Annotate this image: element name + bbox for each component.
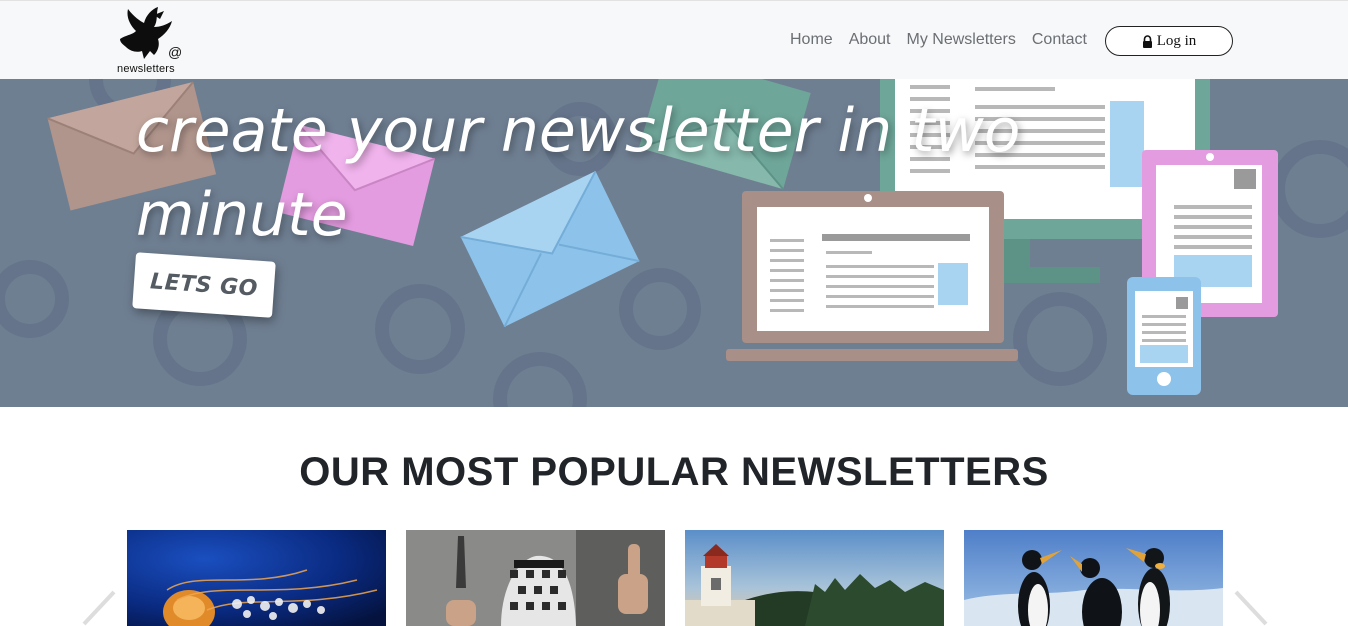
nav-home[interactable]: Home bbox=[790, 31, 833, 49]
hero-banner: create your newsletter in two minute LET… bbox=[0, 79, 1348, 407]
nav-about[interactable]: About bbox=[849, 31, 891, 49]
bird-logo-icon: @ bbox=[120, 7, 182, 60]
nav-links: Home About My Newsletters Contact bbox=[790, 31, 1087, 49]
masked-figure-image bbox=[406, 530, 665, 626]
popular-heading: OUR MOST POPULAR NEWSLETTERS bbox=[299, 450, 1049, 494]
nav-my-newsletters[interactable]: My Newsletters bbox=[907, 31, 1016, 49]
logo-text: newsletters bbox=[117, 63, 175, 75]
lighthouse-image bbox=[685, 530, 944, 626]
jellyfish-image bbox=[127, 530, 386, 626]
nav-contact[interactable]: Contact bbox=[1032, 31, 1087, 49]
svg-text:@: @ bbox=[168, 44, 182, 60]
login-label: Log in bbox=[1156, 32, 1197, 49]
newsletter-card-protest[interactable] bbox=[406, 530, 665, 626]
hero-title: create your newsletter in two minute bbox=[136, 96, 1021, 250]
brand-logo[interactable]: @ newsletters bbox=[114, 5, 188, 79]
penguins-image bbox=[964, 530, 1223, 626]
chevron-right-icon[interactable] bbox=[1232, 590, 1272, 626]
newsletter-card-penguins[interactable] bbox=[964, 530, 1223, 626]
lock-icon bbox=[1142, 34, 1152, 48]
login-button[interactable]: Log in bbox=[1105, 26, 1233, 56]
newsletter-card-lighthouse[interactable] bbox=[685, 530, 944, 626]
chevron-left-icon[interactable] bbox=[78, 590, 118, 626]
lets-go-button[interactable]: LETS GO bbox=[132, 252, 276, 318]
navbar: @ newsletters Home About My Newsletters … bbox=[0, 0, 1348, 79]
newsletter-card-jellyfish[interactable] bbox=[127, 530, 386, 626]
